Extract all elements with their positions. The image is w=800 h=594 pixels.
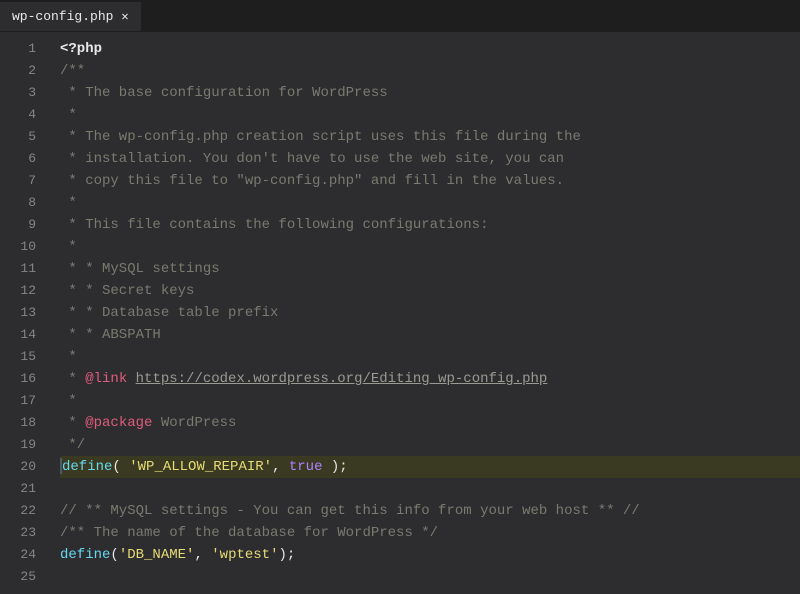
comment: * The wp-config.php creation script uses… <box>60 129 581 145</box>
comment: */ <box>60 437 85 453</box>
line-number: 14 <box>0 324 52 346</box>
comment: * <box>60 349 77 365</box>
punc: ( <box>110 547 118 563</box>
code-line <box>60 478 800 500</box>
line-number: 10 <box>0 236 52 258</box>
sep <box>127 371 135 387</box>
func-name: define <box>60 547 110 563</box>
comment-prefix: * <box>60 415 85 431</box>
code-line: define('DB_NAME', 'wptest'); <box>60 544 800 566</box>
line-number: 11 <box>0 258 52 280</box>
code-line: * <box>60 236 800 258</box>
line-number: 25 <box>0 566 52 588</box>
code-line: * @link https://codex.wordpress.org/Edit… <box>60 368 800 390</box>
doc-tag: @package <box>85 415 152 431</box>
comment: * installation. You don't have to use th… <box>60 151 564 167</box>
tab-bar: wp-config.php ✕ <box>0 0 800 32</box>
comment: * The base configuration for WordPress <box>60 85 388 101</box>
comment: * <box>60 195 77 211</box>
close-icon[interactable]: ✕ <box>121 9 128 24</box>
comment: * * ABSPATH <box>60 327 161 343</box>
line-number: 3 <box>0 82 52 104</box>
comment: * This file contains the following confi… <box>60 217 488 233</box>
code-line: * The wp-config.php creation script uses… <box>60 126 800 148</box>
bool: true <box>289 459 323 475</box>
comment: * copy this file to "wp-config.php" and … <box>60 173 564 189</box>
code-line: */ <box>60 434 800 456</box>
punc: , <box>272 459 289 475</box>
comment: /** <box>60 63 85 79</box>
code-line: * * ABSPATH <box>60 324 800 346</box>
line-number: 13 <box>0 302 52 324</box>
code-line: * installation. You don't have to use th… <box>60 148 800 170</box>
string: 'DB_NAME' <box>119 547 195 563</box>
code-line: * This file contains the following confi… <box>60 214 800 236</box>
line-number: 18 <box>0 412 52 434</box>
punc: ); <box>278 547 295 563</box>
line-number: 23 <box>0 522 52 544</box>
line-number: 6 <box>0 148 52 170</box>
line-number: 9 <box>0 214 52 236</box>
doc-tag: @link <box>85 371 127 387</box>
comment-prefix: * <box>60 371 85 387</box>
line-number: 12 <box>0 280 52 302</box>
line-number: 4 <box>0 104 52 126</box>
line-number: 20 <box>0 456 52 478</box>
comment: * <box>60 393 77 409</box>
code-line: * <box>60 192 800 214</box>
punc: , <box>194 547 211 563</box>
line-number: 7 <box>0 170 52 192</box>
line-number: 1 <box>0 38 52 60</box>
editor: 1 2 3 4 5 6 7 8 9 10 11 12 13 14 15 16 1… <box>0 32 800 594</box>
line-number: 8 <box>0 192 52 214</box>
func-name: define <box>62 459 112 475</box>
line-gutter: 1 2 3 4 5 6 7 8 9 10 11 12 13 14 15 16 1… <box>0 32 52 594</box>
comment-rest: WordPress <box>152 415 236 431</box>
line-number: 19 <box>0 434 52 456</box>
comment: * <box>60 107 77 123</box>
code-line: // ** MySQL settings - You can get this … <box>60 500 800 522</box>
comment: * * Database table prefix <box>60 305 278 321</box>
punc: ); <box>322 459 347 475</box>
code-line: * <box>60 390 800 412</box>
comment: * <box>60 239 77 255</box>
code-line: * * Secret keys <box>60 280 800 302</box>
string: 'WP_ALLOW_REPAIR' <box>129 459 272 475</box>
comment: /** The name of the database for WordPre… <box>60 525 438 541</box>
comment: // ** MySQL settings - You can get this … <box>60 503 640 519</box>
file-tab[interactable]: wp-config.php ✕ <box>0 2 141 31</box>
code-line: * <box>60 346 800 368</box>
line-number: 24 <box>0 544 52 566</box>
code-line: * copy this file to "wp-config.php" and … <box>60 170 800 192</box>
code-line <box>60 566 800 588</box>
line-number: 5 <box>0 126 52 148</box>
code-line: * <box>60 104 800 126</box>
code-line: <?php <box>60 38 800 60</box>
string: 'wptest' <box>211 547 278 563</box>
code-area[interactable]: <?php /** * The base configuration for W… <box>52 32 800 594</box>
comment: * * MySQL settings <box>60 261 220 277</box>
tab-filename: wp-config.php <box>12 9 113 24</box>
line-number: 2 <box>0 60 52 82</box>
line-number: 17 <box>0 390 52 412</box>
code-line: /** The name of the database for WordPre… <box>60 522 800 544</box>
code-line-active: define( 'WP_ALLOW_REPAIR', true ); <box>60 456 800 478</box>
punc: ( <box>112 459 129 475</box>
code-line: * * MySQL settings <box>60 258 800 280</box>
line-number: 21 <box>0 478 52 500</box>
code-line: * The base configuration for WordPress <box>60 82 800 104</box>
line-number: 22 <box>0 500 52 522</box>
line-number: 16 <box>0 368 52 390</box>
php-open-tag: <?php <box>60 41 102 57</box>
code-line: * * Database table prefix <box>60 302 800 324</box>
comment: * * Secret keys <box>60 283 194 299</box>
code-line: /** <box>60 60 800 82</box>
doc-link[interactable]: https://codex.wordpress.org/Editing_wp-c… <box>136 371 548 387</box>
line-number: 15 <box>0 346 52 368</box>
code-line: * @package WordPress <box>60 412 800 434</box>
